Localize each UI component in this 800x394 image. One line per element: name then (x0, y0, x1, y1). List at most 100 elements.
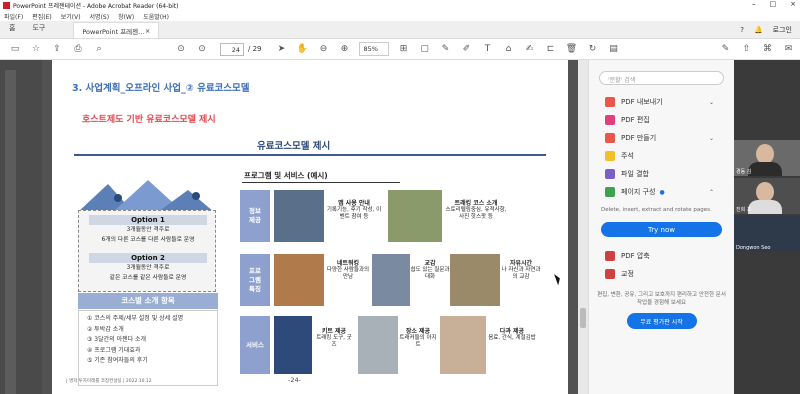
caption-freetime-desc: 나 자신과 자연과의 교감 (501, 267, 541, 280)
menu-help[interactable]: 도움말(H) (143, 12, 169, 21)
organize-pages-icon (605, 187, 615, 197)
option-1: Option 1 3개월동안 격주로 6개의 다른 코스를 다른 사람들로 운영 (89, 215, 207, 245)
draw-icon[interactable]: ✐ (461, 43, 473, 55)
tool-label: PDF 만들기 (621, 134, 657, 142)
bell-icon[interactable]: 🔔 (754, 26, 763, 34)
tab-close-icon[interactable]: × (145, 27, 150, 35)
scrollbar-thumb[interactable] (580, 308, 586, 328)
zoom-in-icon[interactable]: ⊕ (339, 43, 351, 55)
option-2: Option 2 3개월동안 격주로 같은 코스를 같은 사람들로 운영 (89, 253, 207, 283)
page-count: / 29 (248, 45, 262, 53)
feature-item: ④ 프로그램 기대효과 (87, 346, 141, 354)
stamp-icon[interactable]: ⌂ (503, 43, 515, 55)
try-now-button[interactable]: Try now (601, 222, 722, 237)
participant-name: Dongwon Seo (736, 245, 771, 251)
sign-icon[interactable]: ✍ (524, 43, 536, 55)
maximize-icon[interactable]: □ (770, 0, 777, 8)
participant-name: 진희 조 (736, 207, 752, 213)
category-program: 프로 그램 특징 (240, 254, 270, 306)
tool-organize[interactable]: 페이지 구성 ● ⌃ (589, 183, 734, 201)
menu-view[interactable]: 보기(V) (61, 12, 81, 21)
caption-place: 장소 제공 트래커들의 아지트 (398, 328, 438, 349)
tools-search-input[interactable]: '분할' 검색 (599, 71, 724, 85)
menu-file[interactable]: 파일(F) (4, 12, 23, 21)
caption-snack: 다과 제공 음료, 간식, 계절김밥 (488, 328, 536, 342)
link-icon[interactable]: ⌘ (762, 43, 774, 55)
highlight-pen-icon[interactable]: ✎ (440, 43, 452, 55)
zoom-search-icon[interactable]: ⌕ (93, 43, 105, 55)
prev-page-icon[interactable]: ⊙ (175, 43, 187, 55)
zoom-out-icon[interactable]: ⊖ (318, 43, 330, 55)
place-photo (358, 316, 398, 374)
page-number-input[interactable]: 24 (220, 42, 244, 56)
option-1-line1: 3개월동안 격주로 (126, 227, 170, 233)
tab-document-label: PowerPoint 프레젠... (82, 27, 145, 36)
close-icon[interactable]: × (790, 0, 796, 8)
free-trial-button[interactable]: 무료 평가판 시작 (626, 313, 697, 329)
save-icon[interactable]: ▭ (9, 43, 21, 55)
caption-kit: 키트 제공 트래킹 도구, 굿즈 (314, 328, 354, 349)
video-tile[interactable]: 경동 김 (734, 140, 800, 176)
snack-photo (440, 316, 486, 374)
compress-pdf-icon (605, 251, 615, 261)
caption-networking: 네트워킹 다양한 사람들과의 만남 (324, 260, 372, 281)
tab-home[interactable]: 홈 (0, 23, 23, 38)
menu-window[interactable]: 창(W) (118, 12, 134, 21)
minimize-icon[interactable]: – (752, 0, 756, 8)
export-pdf-icon (605, 97, 615, 107)
comment-icon[interactable]: ▢ (419, 43, 431, 55)
tool-export-pdf[interactable]: PDF 내보내기 ⌄ (589, 93, 734, 111)
tab-tools[interactable]: 도구 (23, 23, 53, 38)
acrobat-logo-icon (3, 2, 10, 9)
menu-sign[interactable]: 서명(S) (90, 12, 110, 21)
video-tile[interactable]: Dongwon Seo (734, 216, 800, 252)
menu-edit[interactable]: 편집(E) (32, 12, 52, 21)
tool-edit-pdf[interactable]: PDF 편집 (589, 111, 734, 129)
title-bar: PowerPoint 프레젠테이션 - Adobe Acrobat Reader… (0, 0, 800, 11)
attach-icon[interactable]: ⊏ (545, 43, 557, 55)
chevron-down-icon[interactable]: ⌄ (709, 99, 714, 106)
chevron-down-icon[interactable]: ⌄ (709, 135, 714, 142)
slide-page-number: -24- (288, 376, 301, 384)
more-tools-icon[interactable]: ▤ (608, 43, 620, 55)
tool-create-pdf[interactable]: PDF 만들기 ⌄ (589, 129, 734, 147)
tool-label: PDF 편집 (621, 116, 650, 124)
tool-comment[interactable]: 주석 (589, 147, 734, 165)
caption-bond-desc: 쉽도 있는 질문과 대화 (410, 267, 450, 280)
participant-body (748, 162, 782, 176)
tool-redact[interactable]: 교정 (589, 265, 734, 283)
upload-icon[interactable]: ⇪ (51, 43, 63, 55)
tool-label: 주석 (621, 152, 634, 160)
delete-icon[interactable]: 🗑 (566, 43, 578, 55)
login-button[interactable]: 로그인 (773, 25, 792, 35)
help-icon[interactable]: ? (740, 26, 744, 34)
bookmark-star-icon[interactable]: ☆ (30, 43, 42, 55)
tool-combine[interactable]: 파일 결합 (589, 165, 734, 183)
page-fit-icon[interactable]: ⊞ (398, 43, 410, 55)
rotate-icon[interactable]: ↻ (587, 43, 599, 55)
video-tile[interactable]: 진희 조 (734, 178, 800, 214)
caption-app-title: 앱 사용 안내 (338, 200, 370, 207)
tab-document[interactable]: PowerPoint 프레젠... × (73, 22, 160, 38)
chevron-up-icon[interactable]: ⌃ (709, 189, 714, 196)
tab-bar: 홈 도구 PowerPoint 프레젠... × ? 🔔 로그인 (0, 21, 800, 39)
zoom-select[interactable]: 85% (358, 42, 389, 56)
next-page-icon[interactable]: ⊙ (196, 43, 208, 55)
option-1-line2: 6개의 다른 코스를 다른 사람들로 운영 (101, 237, 195, 243)
text-tool-icon[interactable]: T (482, 43, 494, 55)
caption-place-title: 장소 제공 (405, 328, 431, 335)
select-cursor-icon[interactable]: ➤ (276, 43, 288, 55)
options-box: Option 1 3개월동안 격주로 6개의 다른 코스를 다른 사람들로 운영… (78, 210, 216, 292)
fill-sign-icon[interactable]: ✎ (720, 43, 732, 55)
print-icon[interactable]: ⎙ (72, 43, 84, 55)
caption-course: 트래킹 코스 소개 스토리텔링중심, 유적사항, 사진 핫스팟 등 (444, 200, 508, 221)
caption-course-title: 트래킹 코스 소개 (454, 200, 498, 207)
tool-compress[interactable]: PDF 압축 (589, 247, 734, 265)
edit-pdf-icon (605, 115, 615, 125)
vertical-scrollbar[interactable] (578, 60, 588, 394)
email-icon[interactable]: ✉ (783, 43, 795, 55)
tool-label: PDF 내보내기 (621, 98, 663, 106)
feature-item: ② 투박감 소개 (87, 325, 124, 333)
hand-tool-icon[interactable]: ✋ (297, 43, 309, 55)
share-icon[interactable]: ⇧ (741, 43, 753, 55)
